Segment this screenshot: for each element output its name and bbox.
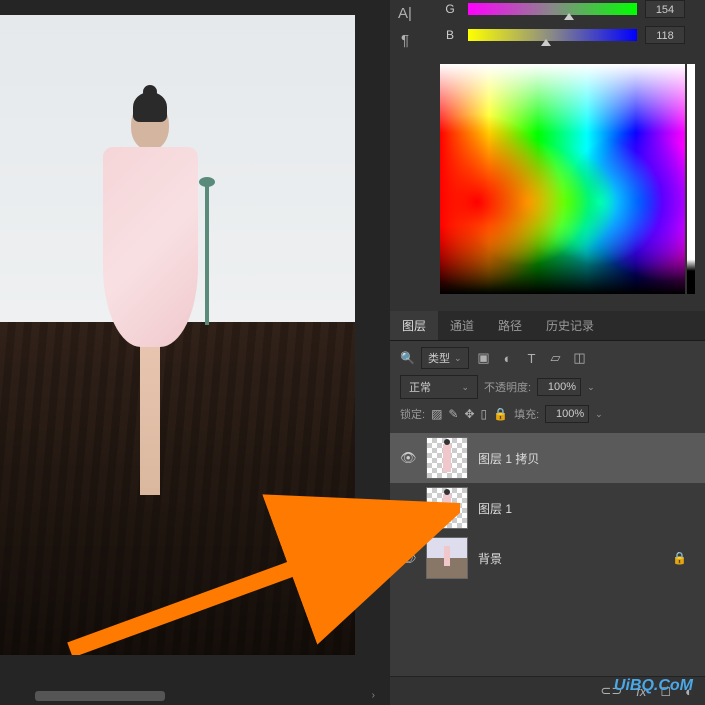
blend-mode-select[interactable]: 正常 ⌄: [400, 375, 478, 399]
fill-label: 填充:: [514, 406, 539, 422]
search-icon[interactable]: 🔍: [400, 351, 415, 365]
lock-transparency-icon[interactable]: ▨: [431, 407, 442, 421]
layer-thumbnail[interactable]: [426, 537, 468, 579]
color-picker-brightness-bar[interactable]: [687, 64, 695, 294]
layer-item[interactable]: 👁 图层 1: [390, 483, 705, 533]
layer-thumbnail[interactable]: [426, 437, 468, 479]
fill-value[interactable]: 100%: [545, 405, 589, 423]
lock-artboard-icon[interactable]: ▯: [481, 407, 488, 421]
layers-list: 👁 图层 1 拷贝 👁 图层 1 👁 背景 🔒: [390, 429, 705, 676]
tab-layers[interactable]: 图层: [390, 311, 438, 340]
layer-item[interactable]: 👁 图层 1 拷贝: [390, 433, 705, 483]
tab-history[interactable]: 历史记录: [534, 311, 606, 340]
filter-shape-icon[interactable]: ▱: [547, 349, 565, 367]
chevron-down-icon[interactable]: ⌄: [587, 382, 595, 393]
chevron-down-icon: ⌄: [454, 353, 462, 364]
chevron-down-icon[interactable]: ⌄: [595, 409, 603, 420]
lock-all-icon[interactable]: 🔒: [493, 407, 508, 421]
layer-name[interactable]: 图层 1: [478, 500, 695, 517]
canvas-image: [0, 15, 355, 655]
visibility-eye-icon[interactable]: 👁: [400, 450, 416, 466]
watermark: UiBQ.CoM: [614, 677, 693, 695]
layer-controls: 🔍 类型 ⌄ ▣ ◐ T ▱ ◫ 正常 ⌄ 不透明度: 100% ⌄: [390, 341, 705, 429]
layer-name[interactable]: 背景: [478, 550, 662, 567]
lock-icon[interactable]: 🔒: [672, 551, 687, 565]
filter-image-icon[interactable]: ▣: [475, 349, 493, 367]
chevron-down-icon: ⌄: [461, 382, 469, 393]
image-lamppost: [205, 185, 209, 325]
opacity-label: 不透明度:: [484, 379, 531, 395]
layer-item[interactable]: 👁 背景 🔒: [390, 533, 705, 583]
color-sliders: G 154 B 118: [390, 0, 705, 52]
layer-filter-select[interactable]: 类型 ⌄: [421, 347, 469, 369]
layer-thumbnail[interactable]: [426, 487, 468, 529]
b-slider-track[interactable]: [468, 29, 637, 41]
g-slider-row: G 154: [440, 0, 685, 18]
panel-tabs: 图层 通道 路径 历史记录: [390, 311, 705, 341]
lock-pixels-icon[interactable]: ✎: [448, 407, 458, 421]
right-panel: A| ¶ G 154 B 118 图层 通道: [390, 0, 705, 705]
character-panel-icon[interactable]: A|: [398, 5, 412, 22]
tab-paths[interactable]: 路径: [486, 311, 534, 340]
lock-position-icon[interactable]: ✥: [464, 407, 474, 421]
lock-label: 锁定:: [400, 406, 425, 422]
layer-filter-label: 类型: [428, 350, 450, 366]
tab-channels[interactable]: 通道: [438, 311, 486, 340]
visibility-eye-icon[interactable]: 👁: [400, 550, 416, 566]
paragraph-panel-icon[interactable]: ¶: [401, 32, 409, 49]
b-slider-value[interactable]: 118: [645, 26, 685, 44]
horizontal-scrollbar[interactable]: [35, 691, 165, 701]
b-slider-row: B 118: [440, 26, 685, 44]
filter-adjustment-icon[interactable]: ◐: [499, 349, 517, 367]
opacity-value[interactable]: 100%: [537, 378, 581, 396]
layer-name[interactable]: 图层 1 拷贝: [478, 450, 695, 467]
g-slider-track[interactable]: [468, 3, 637, 15]
scrollbar-right-arrow[interactable]: ›: [372, 690, 375, 701]
vertical-toolbar: A| ¶: [390, 0, 420, 60]
g-slider-label: G: [440, 2, 460, 16]
filter-smart-icon[interactable]: ◫: [571, 349, 589, 367]
visibility-eye-icon[interactable]: 👁: [400, 500, 416, 516]
blend-mode-label: 正常: [409, 379, 431, 395]
canvas-area[interactable]: ›: [0, 0, 390, 705]
b-slider-thumb[interactable]: [541, 39, 551, 46]
b-slider-label: B: [440, 28, 460, 42]
filter-type-icon[interactable]: T: [523, 349, 541, 367]
g-slider-value[interactable]: 154: [645, 0, 685, 18]
image-figure: [95, 100, 205, 520]
color-picker[interactable]: [440, 64, 685, 294]
g-slider-thumb[interactable]: [564, 13, 574, 20]
